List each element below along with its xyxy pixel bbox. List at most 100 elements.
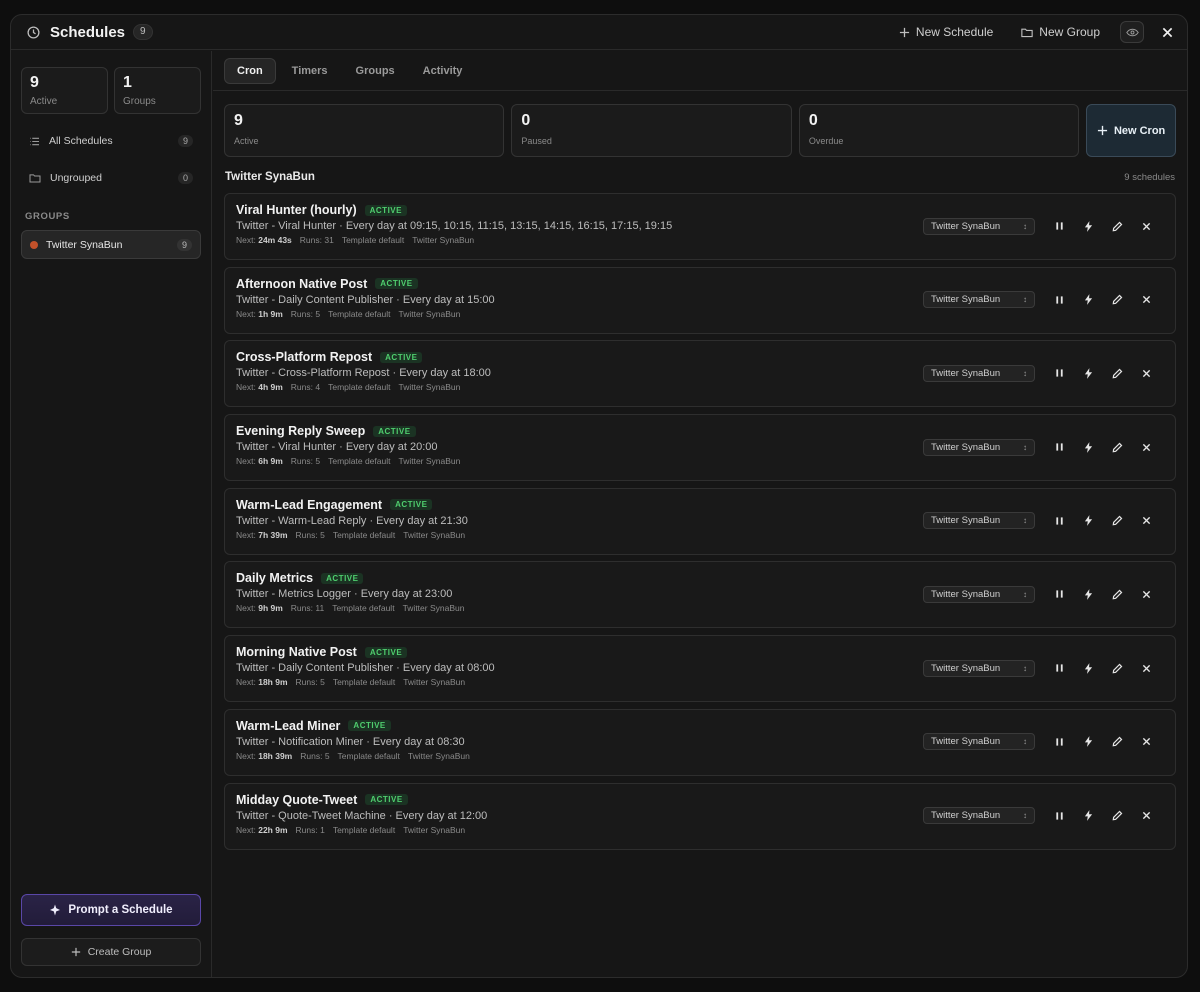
schedule-row[interactable]: Warm-Lead Miner ACTIVE Twitter - Notific… bbox=[224, 708, 1176, 776]
run-count: Runs: 11 bbox=[290, 603, 325, 614]
tab-activity[interactable]: Activity bbox=[411, 59, 475, 83]
schedule-row[interactable]: Afternoon Native Post ACTIVE Twitter - D… bbox=[224, 266, 1176, 334]
run-now-button[interactable] bbox=[1074, 291, 1103, 309]
next-run-value: 18h 9m bbox=[258, 677, 288, 688]
new-schedule-button[interactable]: New Schedule bbox=[899, 25, 993, 39]
sidebar-item-all-schedules[interactable]: All Schedules 9 bbox=[21, 126, 201, 156]
eye-icon bbox=[1125, 28, 1139, 37]
next-run-label: Next: bbox=[236, 529, 256, 540]
group-tag: Twitter SynaBun bbox=[403, 529, 466, 540]
pause-icon bbox=[1055, 442, 1064, 452]
run-now-button[interactable] bbox=[1074, 659, 1103, 677]
edit-button[interactable] bbox=[1103, 807, 1132, 825]
delete-button[interactable] bbox=[1132, 438, 1161, 456]
pause-button[interactable] bbox=[1045, 512, 1074, 530]
close-icon bbox=[1142, 664, 1151, 673]
schedule-meta: Next: 22h 9m Runs: 1 Template default Tw… bbox=[236, 825, 1164, 835]
status-badge: ACTIVE bbox=[380, 351, 423, 363]
sidebar-item-ungrouped[interactable]: Ungrouped 0 bbox=[21, 163, 201, 193]
pause-button[interactable] bbox=[1045, 733, 1074, 751]
create-group-button[interactable]: Create Group bbox=[21, 938, 201, 966]
folder-icon bbox=[1021, 27, 1033, 38]
pause-icon bbox=[1055, 589, 1064, 599]
edit-button[interactable] bbox=[1103, 217, 1132, 235]
pause-button[interactable] bbox=[1045, 585, 1074, 603]
tab-groups[interactable]: Groups bbox=[344, 59, 407, 83]
prompt-schedule-button[interactable]: Prompt a Schedule bbox=[21, 894, 201, 926]
delete-button[interactable] bbox=[1132, 659, 1161, 677]
group-select[interactable]: Twitter SynaBun ↕ bbox=[923, 733, 1035, 751]
group-schedule-count: 9 schedules bbox=[1124, 172, 1175, 183]
run-now-button[interactable] bbox=[1074, 585, 1103, 603]
schedule-row[interactable]: Evening Reply Sweep ACTIVE Twitter - Vir… bbox=[224, 414, 1176, 482]
edit-button[interactable] bbox=[1103, 364, 1132, 382]
group-select[interactable]: Twitter SynaBun ↕ bbox=[923, 659, 1035, 677]
edit-button[interactable] bbox=[1103, 733, 1132, 751]
next-run-label: Next: bbox=[236, 308, 256, 319]
run-now-button[interactable] bbox=[1074, 364, 1103, 382]
group-select[interactable]: Twitter SynaBun ↕ bbox=[923, 438, 1035, 456]
sidebar-item-label: All Schedules bbox=[49, 135, 113, 147]
tab-timers[interactable]: Timers bbox=[280, 59, 340, 83]
pause-icon bbox=[1055, 811, 1064, 821]
pause-button[interactable] bbox=[1045, 217, 1074, 235]
status-badge: ACTIVE bbox=[364, 204, 407, 216]
pause-button[interactable] bbox=[1045, 807, 1074, 825]
schedule-row[interactable]: Cross-Platform Repost ACTIVE Twitter - C… bbox=[224, 340, 1176, 408]
group-select[interactable]: Twitter SynaBun ↕ bbox=[923, 807, 1035, 824]
schedule-row[interactable]: Warm-Lead Engagement ACTIVE Twitter - Wa… bbox=[224, 487, 1176, 555]
group-select[interactable]: Twitter SynaBun ↕ bbox=[923, 291, 1035, 309]
pause-button[interactable] bbox=[1045, 291, 1074, 309]
lightning-icon bbox=[1084, 220, 1093, 232]
delete-button[interactable] bbox=[1132, 585, 1161, 603]
run-now-button[interactable] bbox=[1074, 438, 1103, 456]
tab-cron[interactable]: Cron bbox=[224, 57, 276, 84]
folder-icon bbox=[29, 173, 41, 183]
close-button[interactable] bbox=[1162, 27, 1173, 38]
delete-button[interactable] bbox=[1132, 512, 1161, 530]
edit-button[interactable] bbox=[1103, 512, 1132, 530]
sidebar: 9 Active 1 Groups All Schedules 9 Ungrou… bbox=[11, 51, 212, 977]
group-select[interactable]: Twitter SynaBun ↕ bbox=[923, 217, 1035, 235]
schedule-row[interactable]: Daily Metrics ACTIVE Twitter - Metrics L… bbox=[224, 561, 1176, 629]
delete-button[interactable] bbox=[1132, 217, 1161, 235]
pencil-icon bbox=[1112, 736, 1123, 747]
group-tag: Twitter SynaBun bbox=[398, 308, 461, 319]
delete-button[interactable] bbox=[1132, 364, 1161, 382]
template-label: Template default bbox=[328, 308, 391, 319]
groups-label: Groups bbox=[123, 96, 156, 107]
run-now-button[interactable] bbox=[1074, 733, 1103, 751]
schedule-row[interactable]: Midday Quote-Tweet ACTIVE Twitter - Quot… bbox=[224, 782, 1176, 850]
pause-button[interactable] bbox=[1045, 659, 1074, 677]
delete-button[interactable] bbox=[1132, 807, 1161, 825]
new-group-button[interactable]: New Group bbox=[1021, 25, 1100, 39]
next-run-value: 9h 9m bbox=[258, 603, 283, 614]
sidebar-group-twitter-synabun[interactable]: Twitter SynaBun 9 bbox=[21, 230, 201, 259]
run-now-button[interactable] bbox=[1074, 512, 1103, 530]
row-controls: Twitter SynaBun ↕ bbox=[923, 364, 1161, 382]
schedule-name: Evening Reply Sweep bbox=[236, 424, 366, 439]
chevron-updown-icon: ↕ bbox=[1023, 811, 1027, 820]
schedule-row[interactable]: Morning Native Post ACTIVE Twitter - Dai… bbox=[224, 635, 1176, 703]
new-cron-button[interactable]: New Cron bbox=[1086, 104, 1177, 157]
group-select[interactable]: Twitter SynaBun ↕ bbox=[923, 364, 1035, 382]
group-select-value: Twitter SynaBun bbox=[931, 588, 1001, 600]
edit-button[interactable] bbox=[1103, 659, 1132, 677]
schedule-row[interactable]: Viral Hunter (hourly) ACTIVE Twitter - V… bbox=[224, 193, 1176, 260]
pause-button[interactable] bbox=[1045, 364, 1074, 382]
schedule-meta: Next: 18h 9m Runs: 5 Template default Tw… bbox=[236, 677, 1164, 687]
edit-button[interactable] bbox=[1103, 291, 1132, 309]
edit-button[interactable] bbox=[1103, 438, 1132, 456]
visibility-toggle-button[interactable] bbox=[1120, 21, 1144, 43]
edit-button[interactable] bbox=[1103, 585, 1132, 603]
next-run-value: 7h 39m bbox=[258, 529, 288, 540]
delete-button[interactable] bbox=[1132, 733, 1161, 751]
run-now-button[interactable] bbox=[1074, 807, 1103, 825]
pause-icon bbox=[1055, 368, 1064, 378]
chevron-updown-icon: ↕ bbox=[1023, 516, 1027, 526]
run-now-button[interactable] bbox=[1074, 217, 1103, 235]
pause-button[interactable] bbox=[1045, 438, 1074, 456]
group-select[interactable]: Twitter SynaBun ↕ bbox=[923, 585, 1035, 603]
group-select[interactable]: Twitter SynaBun ↕ bbox=[923, 512, 1035, 530]
delete-button[interactable] bbox=[1132, 291, 1161, 309]
